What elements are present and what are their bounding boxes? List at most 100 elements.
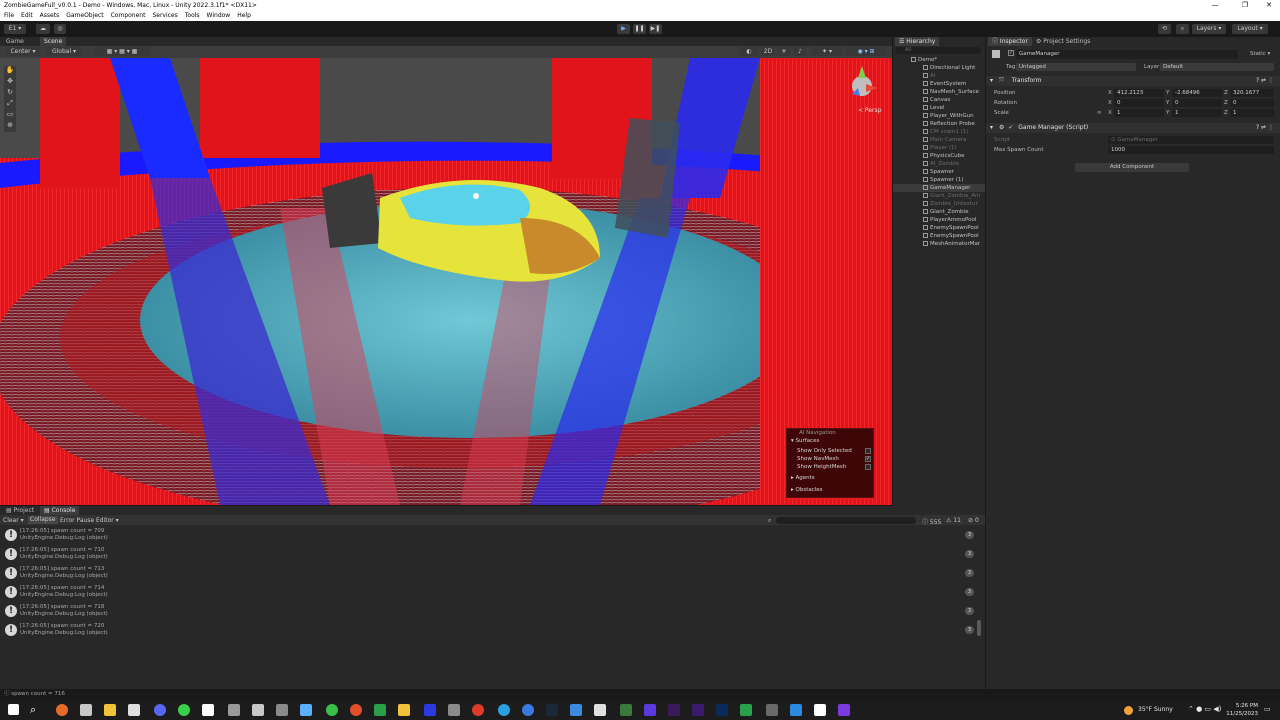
menu-component[interactable]: Component [107,11,149,21]
layer-dropdown[interactable]: Default [1160,63,1274,71]
console-log-entry[interactable]: ! [17:26:05] spawn count = 710 UnityEngine… [0,545,985,564]
rotate-tool-icon[interactable]: ↻ [4,88,16,99]
app-icon[interactable] [228,704,240,716]
menu-services[interactable]: Services [148,11,180,21]
premiere-icon[interactable] [692,704,704,716]
transform-header[interactable]: ▾ ⤧ Transform ? ⇌ ⋮ [986,76,1280,86]
audio-icon[interactable]: ♪ [794,47,806,56]
hierarchy-item[interactable]: NavMesh_Surface [893,88,985,96]
hierarchy-item[interactable]: AI_Zombie [893,160,985,168]
discord-icon[interactable] [154,704,166,716]
hierarchy-item[interactable]: Directional Light [893,64,985,72]
lighting-icon[interactable]: ☀ [778,47,790,56]
ai-nav-surfaces[interactable]: ▾ Surfaces [791,438,819,444]
account-button[interactable]: E1 ▾ [4,24,26,34]
show-heightmesh-checkbox[interactable] [865,464,871,470]
console-scrollbar[interactable] [977,620,981,636]
add-component-button[interactable]: Add Component [1075,163,1189,172]
tab-project[interactable]: ▤ Project [2,506,38,515]
app-icon[interactable] [570,704,582,716]
tray-icons[interactable]: ⌃ ● ▭ ◀) [1188,705,1221,713]
snap-tools[interactable]: ▦ ▾ ▦ ▾ ▦ [94,47,150,56]
hierarchy-item[interactable]: Spawner (1) [893,176,985,184]
system-clock[interactable]: 5:26 PM 11/25/2023 [1226,702,1258,718]
app-icon[interactable] [766,704,778,716]
error-count-toggle[interactable]: ⊘ 0 [968,517,979,524]
tab-game[interactable]: Game [2,37,28,46]
hierarchy-item[interactable]: Canvas [893,96,985,104]
script-enabled-checkbox[interactable]: ✓ [1006,124,1013,131]
rect-tool-icon[interactable]: ▭ [4,110,16,121]
windows-start-icon[interactable] [8,704,19,715]
console-log-entry[interactable]: ! [17:26:05] spawn count = 718 UnityEngine… [0,602,985,621]
app-icon[interactable] [128,704,140,716]
app-icon[interactable] [398,704,410,716]
show-only-selected-checkbox[interactable] [865,448,871,454]
cloud-icon[interactable]: ☁ [36,24,50,34]
tab-hierarchy[interactable]: ☰ Hierarchy [895,37,940,46]
console-log-entry[interactable]: ! [17:26:05] spawn count = 709 UnityEngine… [0,526,985,545]
scale-z-field[interactable]: 1 [1230,109,1274,117]
play-button[interactable]: ▶ [617,24,630,34]
gizmos-dropdown[interactable]: ◉ ▾ ⊞ [846,47,886,56]
view-tool-icon[interactable]: ✋ [4,66,16,77]
menu-edit[interactable]: Edit [17,11,36,21]
rotation-y-field[interactable]: 0 [1172,99,1222,107]
xbox-icon[interactable] [374,704,386,716]
menu-help[interactable]: Help [233,11,254,21]
error-pause-toggle[interactable]: Error Pause [60,517,94,524]
console-log-entry[interactable]: ! [17:26:05] spawn count = 720 UnityEngine… [0,621,985,640]
warning-count-toggle[interactable]: ⚠ 11 [946,517,961,524]
max-spawn-count-field[interactable]: 1000 [1108,146,1274,154]
brave-icon[interactable] [472,704,484,716]
unity-editor-icon[interactable] [814,704,826,716]
hierarchy-search-input[interactable]: All [895,47,981,54]
clear-dropdown[interactable]: Clear ▾ [3,517,24,524]
scale-tool-icon[interactable]: ⤢ [4,99,16,110]
console-log-entry[interactable]: ! [17:26:05] spawn count = 713 UnityEngine… [0,564,985,583]
effects-icon[interactable]: ✦ ▾ [812,47,842,56]
log-count-toggle[interactable]: ⓘ 555 [922,517,941,526]
collapse-toggle[interactable]: Collapse [28,516,58,524]
tab-console[interactable]: ▤ Console [40,506,80,515]
static-dropdown[interactable]: Static ▾ [1250,51,1270,57]
menu-window[interactable]: Window [203,11,234,21]
hierarchy-item[interactable]: GameManager [893,184,985,192]
rotation-x-field[interactable]: 0 [1114,99,1164,107]
active-checkbox[interactable]: ✓ [1008,50,1014,56]
app-icon[interactable] [790,704,802,716]
app-icon[interactable] [80,704,92,716]
hierarchy-item[interactable]: Giant_Zombie [893,208,985,216]
app-icon[interactable] [740,704,752,716]
pivot-dropdown[interactable]: Center ▾ [6,47,40,56]
show-navmesh-checkbox[interactable]: ✓ [865,456,871,462]
console-search-icon[interactable]: ⌕ [768,517,771,525]
after-effects-icon[interactable] [668,704,680,716]
hierarchy-item[interactable]: EnemySpawnPool [893,232,985,240]
layers-dropdown[interactable]: Layers ▾ [1192,24,1226,34]
hierarchy-item[interactable]: EnemySpawnPool [893,224,985,232]
menu-gameobject[interactable]: GameObject [62,11,106,21]
collab-icon[interactable]: ◎ [54,24,66,34]
position-z-field[interactable]: 320.1677 [1230,89,1274,97]
editor-dropdown[interactable]: Editor ▾ [96,517,119,524]
toggle-2d-button[interactable]: 2D [762,47,774,56]
edge-icon[interactable] [498,704,510,716]
hierarchy-item[interactable]: Giant_Zombie_Ani [893,192,985,200]
tag-dropdown[interactable]: Untagged [1016,63,1136,71]
app-icon[interactable] [522,704,534,716]
visual-studio-icon[interactable] [838,704,850,716]
scale-y-field[interactable]: 1 [1172,109,1222,117]
hierarchy-item[interactable]: Demo* [893,56,985,64]
layout-dropdown[interactable]: Layout ▾ [1232,24,1268,34]
scale-link-icon[interactable]: ∞ [1097,110,1102,116]
rotation-z-field[interactable]: 0 [1230,99,1274,107]
menu-file[interactable]: File [0,11,17,21]
search-icon[interactable]: ⌕ [1176,24,1189,34]
hierarchy-item[interactable]: PlayerAmmoPool [893,216,985,224]
history-icon[interactable]: ⟲ [1158,24,1171,34]
search-icon[interactable]: ⌕ [30,704,42,716]
tab-inspector[interactable]: ⓘ Inspector [988,37,1032,46]
step-button[interactable]: ▶❚ [649,24,662,34]
space-dropdown[interactable]: Global ▾ [46,47,82,56]
